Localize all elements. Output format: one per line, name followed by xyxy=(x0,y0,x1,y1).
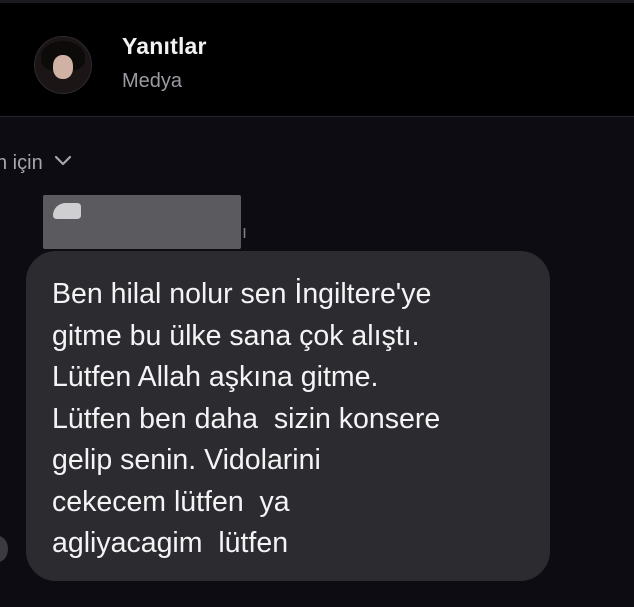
page-title: Yanıtlar xyxy=(122,33,207,59)
avatar-face xyxy=(53,55,73,79)
screen: Yanıtlar Medya n için ı Ben hilal nolur … xyxy=(0,0,634,607)
page-subtitle[interactable]: Medya xyxy=(122,70,182,93)
reply-context-label: n için xyxy=(0,152,43,174)
sender-name-tail: ı xyxy=(242,222,248,242)
header-divider xyxy=(0,116,634,117)
redaction-highlight xyxy=(53,203,81,219)
message-text: Ben hilal nolur sen İngiltere'ye gitme b… xyxy=(52,278,441,559)
avatar[interactable] xyxy=(34,36,92,94)
redacted-sender-name xyxy=(43,195,241,249)
sender-avatar-edge xyxy=(0,536,8,562)
header-bar: Yanıtlar Medya xyxy=(0,0,634,117)
reply-context[interactable]: n için xyxy=(0,150,72,175)
chevron-down-icon[interactable] xyxy=(54,150,72,173)
